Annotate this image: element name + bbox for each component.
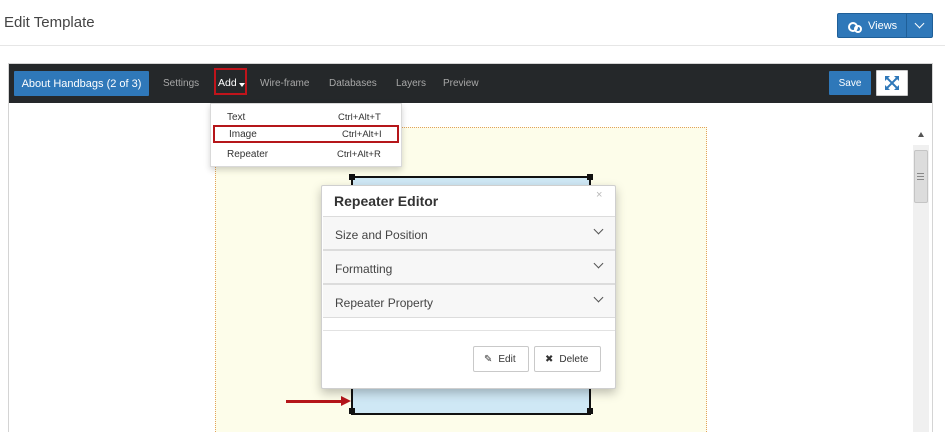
section-size-and-position[interactable]: Size and Position [323, 216, 615, 250]
page-title: Edit Template [4, 14, 95, 31]
chevron-down-icon [593, 258, 604, 269]
add-menu-label[interactable]: Add [218, 77, 237, 89]
resize-handle-br[interactable] [587, 408, 593, 414]
close-x-icon: ✖ [545, 353, 554, 365]
annotation-arrow [286, 400, 344, 403]
scrollbar-thumb[interactable] [914, 150, 928, 203]
delete-button[interactable]: ✖ Delete [534, 346, 601, 372]
scroll-up-arrow-icon[interactable] [918, 132, 924, 137]
databases-menu[interactable]: Databases [329, 78, 377, 89]
panel-title: Repeater Editor [334, 193, 439, 209]
chevron-down-icon [914, 18, 925, 29]
chevron-down-icon [593, 292, 604, 303]
chevron-down-icon [593, 224, 604, 235]
resize-handle-bl[interactable] [349, 408, 355, 414]
section-label: Repeater Property [335, 296, 434, 310]
menu-item-shortcut: Ctrl+Alt+I [342, 129, 382, 140]
resize-handle-tl[interactable] [349, 174, 355, 180]
caret-down-icon [239, 83, 245, 87]
fullscreen-button[interactable] [876, 70, 908, 96]
section-formatting[interactable]: Formatting [323, 250, 615, 284]
add-dropdown-menu: Text Ctrl+Alt+T Image Ctrl+Alt+I Repeate… [210, 103, 402, 167]
section-repeater-property[interactable]: Repeater Property [323, 284, 615, 318]
section-label: Formatting [335, 262, 393, 276]
views-divider [906, 14, 907, 37]
panel-divider [323, 330, 615, 331]
menu-item-shortcut: Ctrl+Alt+T [338, 112, 381, 123]
arrow-right-icon [341, 396, 351, 406]
close-icon[interactable]: × [596, 189, 602, 201]
views-label: Views [868, 19, 898, 32]
gears-icon [848, 21, 862, 33]
menu-item-repeater[interactable]: Repeater Ctrl+Alt+R [211, 146, 401, 164]
edit-icon: ✎ [484, 353, 493, 365]
menu-item-label: Image [229, 129, 257, 140]
save-button[interactable]: Save [829, 71, 871, 95]
wireframe-menu[interactable]: Wire-frame [260, 78, 309, 89]
section-label: Size and Position [335, 228, 428, 242]
menu-item-shortcut: Ctrl+Alt+R [337, 149, 381, 160]
header-divider [0, 45, 945, 46]
delete-button-label: Delete [559, 353, 589, 365]
menu-item-label: Text [227, 112, 246, 123]
settings-menu[interactable]: Settings [163, 78, 199, 89]
template-page-button[interactable]: About Handbags (2 of 3) [14, 71, 149, 96]
layers-menu[interactable]: Layers [396, 78, 426, 89]
edit-button[interactable]: ✎ Edit [473, 346, 529, 372]
resize-handle-tr[interactable] [587, 174, 593, 180]
menu-item-image[interactable]: Image Ctrl+Alt+I [213, 125, 399, 143]
expand-icon [885, 76, 899, 90]
repeater-editor-panel: Repeater Editor × Size and Position Form… [321, 185, 616, 389]
menu-item-label: Repeater [227, 149, 269, 160]
grip-icon [917, 173, 924, 174]
preview-menu[interactable]: Preview [443, 78, 479, 89]
views-button[interactable]: Views [837, 13, 933, 38]
edit-button-label: Edit [498, 353, 516, 365]
